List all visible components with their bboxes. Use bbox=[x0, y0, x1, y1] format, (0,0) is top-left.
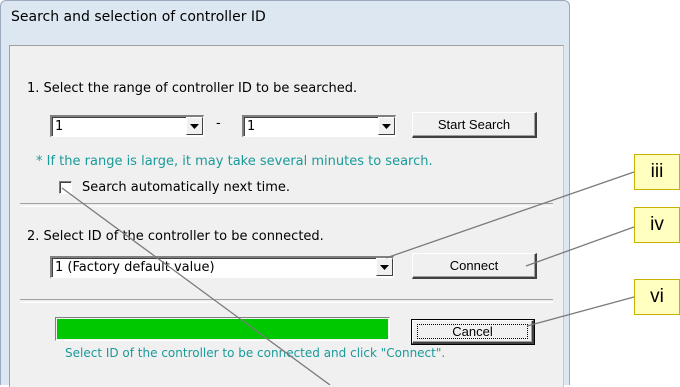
callout-iv: iv bbox=[634, 207, 680, 243]
annotation-leader-lines bbox=[61, 171, 635, 385]
leader-line-iv bbox=[525, 226, 635, 267]
leader-line-checkbox bbox=[61, 187, 331, 385]
callout-iii: iii bbox=[634, 154, 680, 190]
leader-line-vi bbox=[526, 296, 635, 327]
callout-vi: vi bbox=[634, 279, 680, 315]
leader-line-iii bbox=[385, 171, 635, 259]
